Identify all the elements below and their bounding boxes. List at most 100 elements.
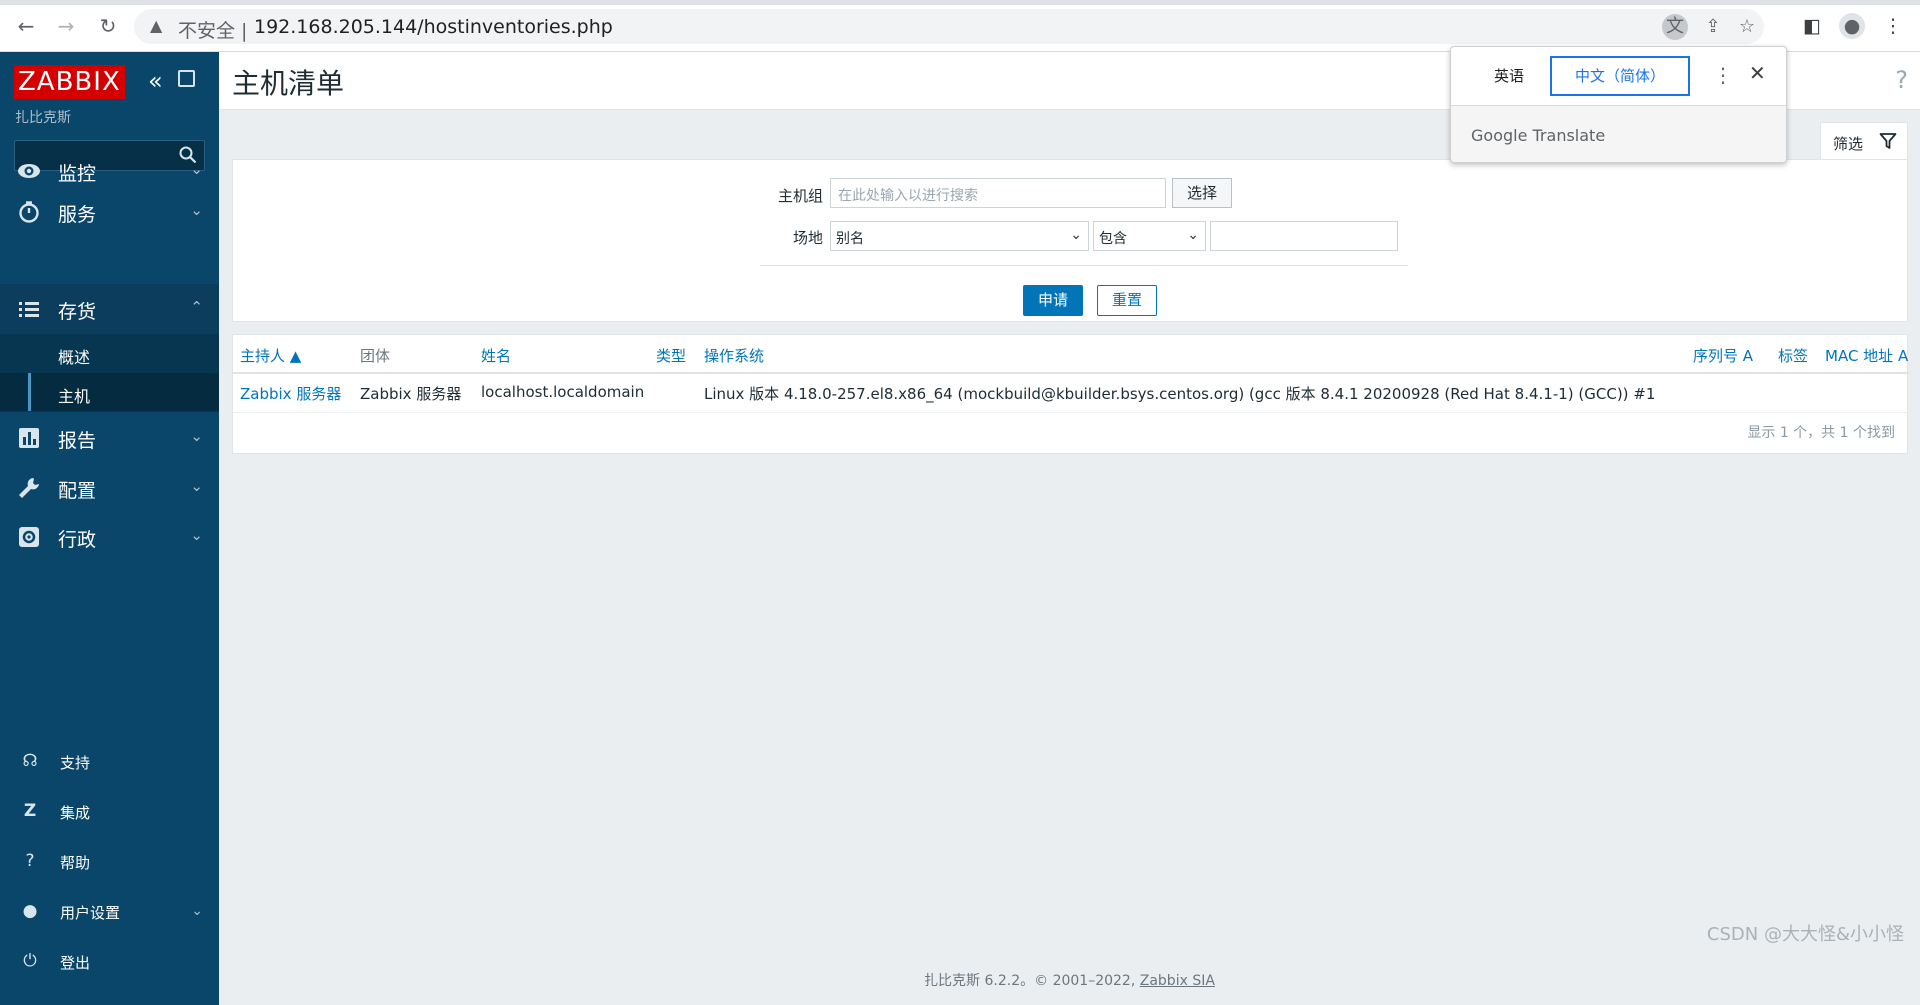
- chevron-down-icon: ⌄: [191, 903, 203, 919]
- funnel-icon: [1879, 133, 1897, 149]
- translate-options-icon[interactable]: ⋮: [1713, 63, 1733, 87]
- menu-item-inventory[interactable]: 存货 ⌃: [0, 284, 219, 334]
- headset-icon: ☊: [22, 751, 38, 771]
- list-icon: [16, 297, 42, 321]
- help-icon: ?: [25, 851, 35, 871]
- page-footer: 扎比克斯 6.2.2。© 2001–2022, Zabbix SIA: [219, 970, 1920, 990]
- row-divider: [233, 412, 1909, 413]
- kiosk-mode-icon[interactable]: [178, 70, 195, 87]
- share-icon[interactable]: ⇪: [1700, 14, 1726, 40]
- sidebar: ZABBIX « 扎比克斯 监控 ⌄ 服务 ⌄ 存货 ⌃ 概述 主机 报告 ⌄ …: [0, 52, 219, 1005]
- integrations-icon: Z: [23, 801, 37, 821]
- bookmark-star-icon[interactable]: ☆: [1734, 14, 1760, 40]
- page-title: 主机清单: [232, 67, 345, 100]
- operator-select[interactable]: 包含 ⌄: [1093, 221, 1206, 251]
- forward-icon[interactable]: →: [54, 14, 78, 38]
- sidebar-sign-out[interactable]: ⏻ 登出: [0, 942, 219, 982]
- csdn-watermark: CSDN @大大怪&小小怪: [1706, 924, 1904, 945]
- chevron-down-icon: ⌄: [190, 160, 203, 178]
- chevron-down-icon: ⌄: [190, 201, 203, 219]
- column-header-host[interactable]: 主持人 ▲: [240, 345, 301, 366]
- column-header-name[interactable]: 姓名: [481, 345, 511, 366]
- help-question-icon[interactable]: ?: [1895, 66, 1908, 94]
- eye-icon: [16, 159, 42, 183]
- column-header-type[interactable]: 类型: [656, 345, 686, 366]
- chevron-down-icon: ⌄: [190, 526, 203, 544]
- bottom-label: 用户设置: [60, 904, 121, 922]
- browser-tab-strip: [0, 0, 1920, 5]
- insecure-label: 不安全 |: [178, 20, 248, 42]
- filter-divider: [760, 265, 1408, 266]
- cell-os: Linux 版本 4.18.0-257.el8.x86_64 (mockbuil…: [704, 385, 1656, 403]
- gear-icon: [16, 525, 42, 549]
- reset-button[interactable]: 重置: [1097, 285, 1157, 316]
- menu-item-configuration[interactable]: 配置 ⌄: [0, 463, 219, 513]
- user-icon: ●: [22, 901, 38, 921]
- profile-avatar-icon[interactable]: ●: [1839, 13, 1865, 39]
- field-select[interactable]: 别名 ⌄: [830, 221, 1089, 251]
- address-bar[interactable]: ▲ 不安全 | 192.168.205.144/hostinventories.…: [134, 9, 1764, 44]
- chevron-down-icon: ⌄: [190, 427, 203, 445]
- filter-tab-label: 筛选: [1833, 135, 1864, 153]
- host-group-input[interactable]: 在此处输入以进行搜索: [830, 178, 1166, 208]
- chevron-down-icon: ⌄: [190, 477, 203, 495]
- field-value-input[interactable]: [1210, 221, 1398, 251]
- cell-group: Zabbix 服务器: [360, 385, 462, 403]
- host-group-placeholder: 在此处输入以进行搜索: [838, 188, 978, 204]
- zabbix-logo[interactable]: ZABBIX: [14, 65, 125, 99]
- side-panel-icon[interactable]: ◧: [1799, 13, 1825, 39]
- reload-icon[interactable]: ↻: [96, 14, 120, 38]
- stopwatch-icon: [16, 200, 42, 224]
- column-header-serial[interactable]: 序列号 A: [1693, 345, 1753, 366]
- submenu-item-overview[interactable]: 概述: [0, 334, 219, 372]
- paging-summary: 显示 1 个，共 1 个找到: [1747, 425, 1895, 441]
- server-name: 扎比克斯: [15, 110, 71, 126]
- menu-label: 服务: [58, 204, 97, 226]
- cell-host[interactable]: Zabbix 服务器: [240, 383, 341, 404]
- field-label: 场地: [792, 229, 823, 247]
- translate-tab-source[interactable]: 英语: [1469, 56, 1549, 96]
- google-translate-brand: Google Translate: [1471, 126, 1606, 145]
- submenu-item-hosts[interactable]: 主机: [0, 373, 219, 411]
- column-header-mac[interactable]: MAC 地址 A: [1825, 345, 1908, 366]
- wrench-icon: [16, 476, 42, 500]
- sidebar-user-settings[interactable]: ● 用户设置 ⌄: [0, 892, 219, 932]
- select-host-group-button[interactable]: 选择: [1172, 178, 1232, 208]
- warning-icon: ▲: [150, 16, 163, 35]
- menu-label: 配置: [58, 480, 97, 502]
- filter-panel: 主机组 在此处输入以进行搜索 选择 场地 别名 ⌄ 包含 ⌄ 申请 重置: [232, 159, 1908, 322]
- collapse-sidebar-icon[interactable]: «: [148, 67, 163, 95]
- menu-item-administration[interactable]: 行政 ⌄: [0, 512, 219, 562]
- column-header-os[interactable]: 操作系统: [704, 345, 764, 366]
- header-divider: [233, 372, 1909, 374]
- column-header-tag[interactable]: 标签: [1778, 345, 1808, 366]
- close-icon[interactable]: ✕: [1749, 61, 1766, 85]
- menu-item-reports[interactable]: 报告 ⌄: [0, 413, 219, 463]
- browser-menu-icon[interactable]: ⋮: [1880, 13, 1906, 39]
- menu-label: 存货: [58, 301, 97, 323]
- power-icon: ⏻: [23, 951, 37, 971]
- submenu-label: 主机: [58, 387, 91, 406]
- url-text[interactable]: 192.168.205.144/hostinventories.php: [254, 16, 613, 38]
- menu-item-services[interactable]: 服务 ⌄: [0, 187, 219, 237]
- translate-icon[interactable]: 文: [1662, 14, 1688, 40]
- chevron-down-icon: ⌄: [1070, 227, 1082, 243]
- apply-button[interactable]: 申请: [1023, 285, 1083, 316]
- sidebar-integrations[interactable]: Z 集成: [0, 792, 219, 832]
- translate-tab-target[interactable]: 中文（简体）: [1550, 56, 1690, 96]
- menu-label: 监控: [58, 163, 97, 185]
- host-group-label: 主机组: [777, 187, 823, 205]
- sidebar-support[interactable]: ☊ 支持: [0, 742, 219, 782]
- footer-link[interactable]: Zabbix SIA: [1140, 973, 1215, 989]
- filter-tab[interactable]: 筛选: [1820, 122, 1908, 160]
- host-inventory-table: 主持人 ▲ 团体 姓名 类型 操作系统 序列号 A 标签 MAC 地址 A Za…: [232, 334, 1909, 454]
- main-content: 主机清单 ? 筛选 主机组 在此处输入以进行搜索 选择 场地 别名 ⌄ 包含 ⌄…: [219, 52, 1920, 1005]
- translate-popup: 英语 中文（简体） ⋮ ✕ Google Translate: [1450, 46, 1787, 163]
- field-select-value: 别名: [836, 231, 864, 247]
- chevron-up-icon: ⌃: [190, 298, 203, 316]
- back-icon[interactable]: ←: [14, 14, 38, 38]
- browser-toolbar: ← → ↻ ▲ 不安全 | 192.168.205.144/hostinvent…: [0, 0, 1920, 52]
- sidebar-help[interactable]: ? 帮助: [0, 842, 219, 882]
- bottom-label: 集成: [60, 804, 91, 822]
- chevron-down-icon: ⌄: [1187, 227, 1199, 243]
